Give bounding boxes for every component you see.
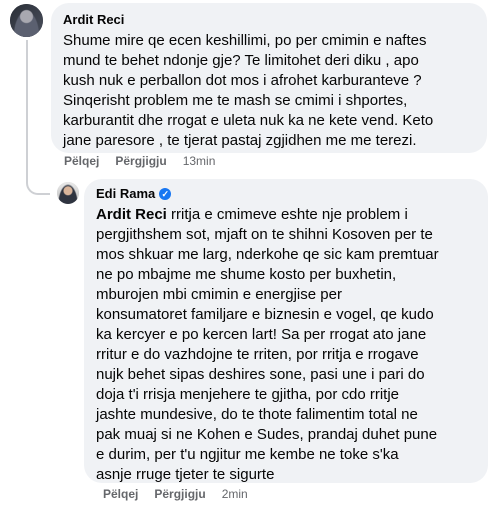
reply-avatar[interactable] (57, 182, 79, 204)
reply-timestamp[interactable]: 2min (222, 487, 248, 501)
comment-text: Shume mire qe ecen keshillimi, po per cm… (63, 32, 434, 149)
reply-button[interactable]: Përgjigju (115, 154, 166, 168)
reply-button[interactable]: Përgjigju (154, 487, 205, 501)
reply-author-row: Edi Rama ✓ (96, 185, 476, 202)
thread-connector-line (26, 40, 50, 195)
reply-author[interactable]: Edi Rama (96, 185, 155, 202)
reply-actions: Pëlqej Përgjigju 2min (103, 487, 248, 501)
like-button[interactable]: Pëlqej (64, 154, 99, 168)
reply-bubble: Edi Rama ✓ Ardit Reci rritja e cmimeve e… (84, 179, 488, 483)
mention-link[interactable]: Ardit Reci (96, 206, 167, 223)
comment-timestamp[interactable]: 13min (183, 154, 216, 168)
like-button[interactable]: Pëlqej (103, 487, 138, 501)
check-badge-icon: ✓ (159, 187, 172, 200)
avatar[interactable] (10, 4, 43, 37)
comment-actions: Pëlqej Përgjigju 13min (64, 154, 215, 168)
comment-bubble: Ardit Reci Shume mire qe ecen keshillimi… (51, 3, 487, 153)
reply-text: rritja e cmimeve eshte nje problem i per… (96, 206, 439, 483)
comment-author[interactable]: Ardit Reci (63, 11, 475, 28)
reply-text-block: Ardit Reci rritja e cmimeve eshte nje pr… (96, 205, 476, 485)
